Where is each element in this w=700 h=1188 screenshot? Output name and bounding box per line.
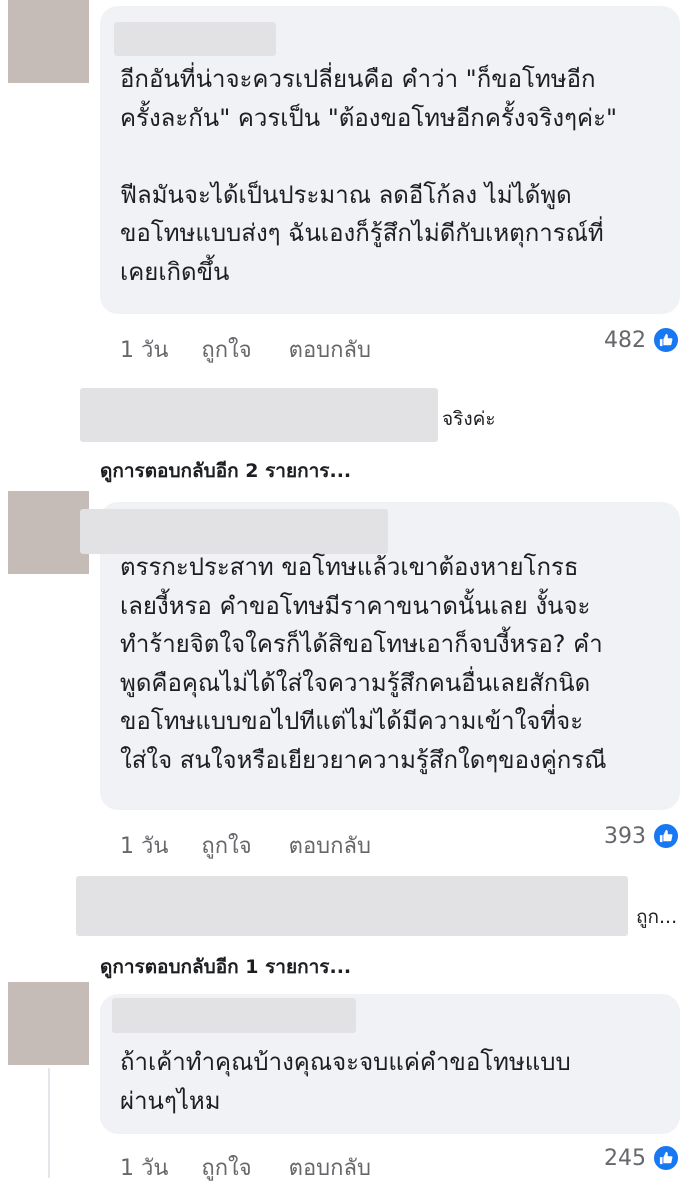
reaction-count: 393 [604, 823, 646, 849]
comment-line: ผ่านๆไหม [120, 1086, 221, 1115]
like-icon [652, 326, 680, 354]
author-name-redacted[interactable] [114, 22, 276, 56]
comment-text: อีกอันที่น่าจะควรเปลี่ยนคือ คำว่า "ก็ขอโ… [120, 60, 617, 291]
avatar[interactable] [8, 982, 89, 1065]
comment-line: ถ้าเค้าทำคุณบ้างคุณจะจบแค่คำขอโทษแบบ [120, 1048, 571, 1076]
avatar[interactable] [8, 0, 89, 83]
reply-preview-text: จริงค่ะ [442, 408, 496, 430]
reply-button[interactable]: ตอบกลับ [289, 1150, 371, 1185]
reaction-count: 482 [604, 327, 646, 353]
comment-line: ขอโทษแบบขอไปทีแต่ไม่ได้มีความเข้าใจที่จะ [120, 707, 584, 735]
comment-text: ถ้าเค้าทำคุณบ้างคุณจะจบแค่คำขอโทษแบบ ผ่า… [120, 1043, 571, 1120]
comment-line: ฟีลมันจะได้เป็นประมาณ ลดอีโก้ลง ไม่ได้พู… [120, 180, 572, 209]
reply-preview-redacted[interactable] [76, 876, 628, 936]
reply-button[interactable]: ตอบกลับ [289, 332, 371, 367]
reply-button[interactable]: ตอบกลับ [289, 828, 371, 863]
comment-line [120, 137, 617, 176]
comment-text: ตรรกะประสาท ขอโทษแล้วเขาต้องหายโกรธ เลยง… [120, 548, 606, 779]
comment-line: ครั้งละกัน" ควรเป็น "ต้องขอโทษอีกครั้งจร… [120, 103, 618, 132]
avatar[interactable] [8, 491, 89, 574]
like-button[interactable]: ถูกใจ [201, 828, 251, 863]
like-button[interactable]: ถูกใจ [201, 1150, 251, 1185]
reaction-count: 245 [604, 1145, 646, 1171]
view-more-replies-link[interactable]: ดูการตอบกลับอีก 1 รายการ... [100, 952, 351, 982]
comment-line: พูดคือคุณไม่ได้ใส่ใจความรู้สึกคนอื่นเลยส… [120, 668, 591, 697]
timestamp[interactable]: 1 วัน [120, 332, 168, 367]
reaction-summary[interactable]: 482 [604, 326, 680, 354]
comment-line: ทำร้ายจิตใจใครก็ได้สิขอโทษเอาก็จบงี้หรอ?… [120, 630, 603, 658]
timestamp[interactable]: 1 วัน [120, 1150, 168, 1185]
comment-meta: 1 วัน ถูกใจ ตอบกลับ [120, 332, 371, 367]
reply-preview-redacted[interactable] [80, 388, 438, 442]
like-icon [652, 822, 680, 850]
author-name-redacted[interactable] [112, 998, 356, 1033]
thread-line [48, 1068, 50, 1178]
like-icon [652, 1144, 680, 1172]
reaction-summary[interactable]: 245 [604, 1144, 680, 1172]
reply-preview-text: ถูก... [636, 906, 678, 928]
reaction-summary[interactable]: 393 [604, 822, 680, 850]
comment-line: ขอโทษแบบส่งๆ ฉันเองก็รู้สึกไม่ดีกับเหตุก… [120, 219, 604, 247]
view-more-replies-link[interactable]: ดูการตอบกลับอีก 2 รายการ... [100, 456, 351, 486]
comment-line: เลยงี้หรอ คำขอโทษมีราคาขนาดนั้นเลย งั้นจ… [120, 591, 591, 620]
comment-line: ใส่ใจ สนใจหรือเยียวยาความรู้สึกใดๆของคู่… [120, 745, 607, 774]
like-button[interactable]: ถูกใจ [201, 332, 251, 367]
comment-line: เคยเกิดขึ้น [120, 257, 230, 286]
comment-line: อีกอันที่น่าจะควรเปลี่ยนคือ คำว่า "ก็ขอโ… [120, 65, 596, 93]
timestamp[interactable]: 1 วัน [120, 828, 168, 863]
comment-line: ตรรกะประสาท ขอโทษแล้วเขาต้องหายโกรธ [120, 553, 579, 581]
comment-meta: 1 วัน ถูกใจ ตอบกลับ [120, 828, 371, 863]
comment-meta: 1 วัน ถูกใจ ตอบกลับ [120, 1150, 371, 1185]
